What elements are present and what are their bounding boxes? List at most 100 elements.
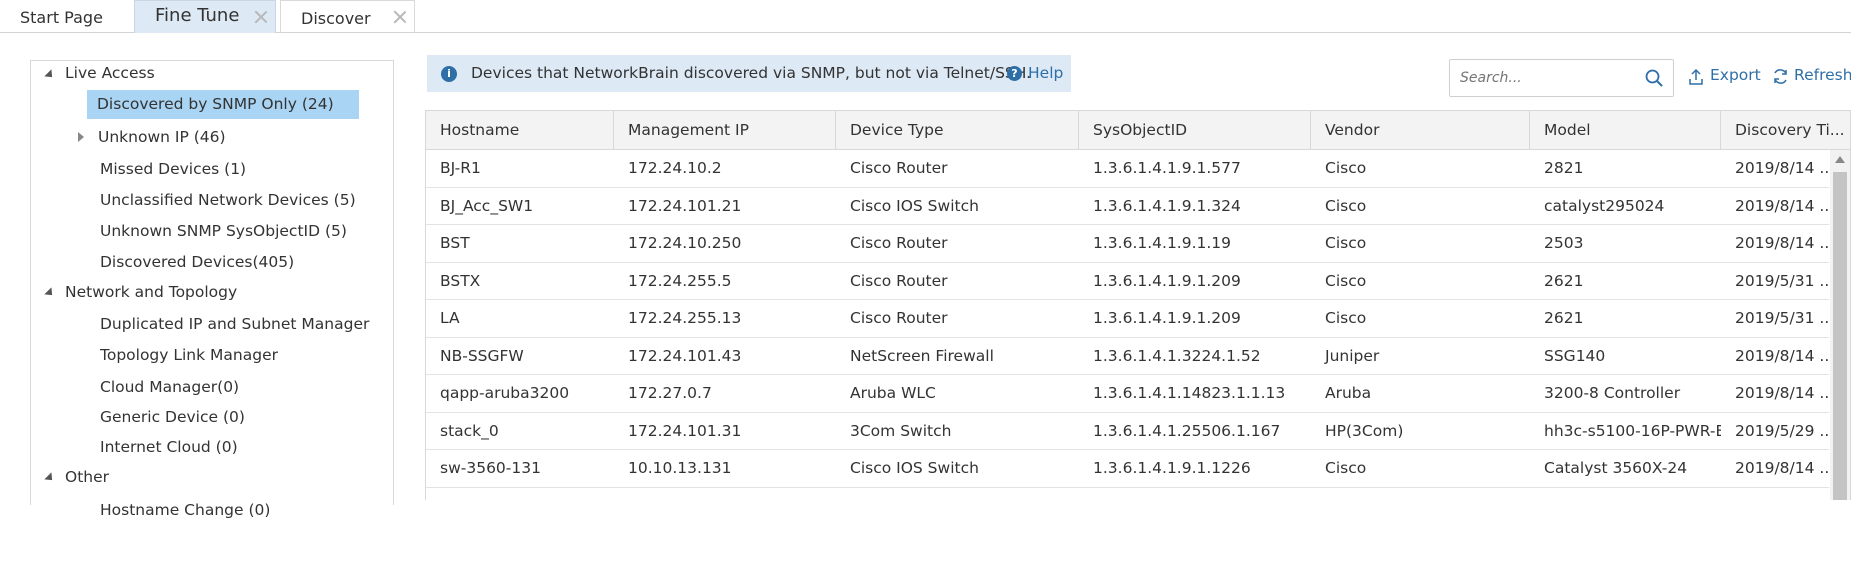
tree-item-generic-device[interactable]: Generic Device (0) <box>100 408 245 426</box>
cell-discovery-time: 2019/8/14 ... <box>1735 196 1829 215</box>
scroll-up-icon[interactable] <box>1835 156 1845 163</box>
table-row[interactable]: sw-3560-131 10.10.13.131 Cisco IOS Switc… <box>426 450 1829 488</box>
column-header-discovery-time[interactable]: Discovery Ti... <box>1721 111 1850 150</box>
tab-discover-label: Discover <box>301 9 371 28</box>
info-banner: i Devices that NetworkBrain discovered v… <box>427 55 1071 92</box>
banner-text: Devices that NetworkBrain discovered via… <box>471 64 1032 82</box>
cell-vendor: Juniper <box>1325 346 1380 365</box>
tree-section-other[interactable]: Other <box>65 468 109 486</box>
help-icon[interactable]: ? <box>1007 66 1022 81</box>
help-link[interactable]: Help <box>1028 55 1063 92</box>
collapse-arrow-icon[interactable] <box>44 287 56 299</box>
cell-model: catalyst295024 <box>1544 196 1665 215</box>
cell-sysobjectid: 1.3.6.1.4.1.14823.1.1.13 <box>1093 384 1286 402</box>
export-icon <box>1689 68 1703 85</box>
cell-hostname: qapp-aruba3200 <box>440 384 570 402</box>
cell-discovery-time: 2019/5/29 ... <box>1735 421 1829 440</box>
tree-section-live-access[interactable]: Live Access <box>65 64 155 82</box>
table-row[interactable]: BSTX 172.24.255.5 Cisco Router 1.3.6.1.4… <box>426 263 1829 300</box>
cell-model: Catalyst 3560X-24 <box>1544 459 1688 477</box>
vertical-scrollbar[interactable] <box>1830 150 1850 500</box>
cell-device-type: Cisco IOS Switch <box>850 459 979 477</box>
table-row[interactable]: NB-SSGFW 172.24.101.43 NetScreen Firewal… <box>426 338 1829 375</box>
tree-item-cloud-manager[interactable]: Cloud Manager(0) <box>100 378 239 396</box>
search-box <box>1449 59 1674 97</box>
column-header-sysobjectid[interactable]: SysObjectID <box>1079 111 1311 150</box>
tree-item-hostname-change[interactable]: Hostname Change (0) <box>100 501 270 519</box>
cell-management-ip: 172.24.10.250 <box>628 234 742 252</box>
cell-vendor: Aruba <box>1325 384 1372 402</box>
cell-vendor: Cisco <box>1325 234 1367 252</box>
column-header-management-ip[interactable]: Management IP <box>614 111 836 150</box>
cell-vendor: HP(3Com) <box>1325 421 1404 440</box>
tab-start-page[interactable]: Start Page <box>0 0 134 33</box>
cell-discovery-time: 2019/5/31 ... <box>1735 271 1829 290</box>
tree-section-network-topology[interactable]: Network and Topology <box>65 283 237 301</box>
table-row[interactable]: qapp-aruba3200 172.27.0.7 Aruba WLC 1.3.… <box>426 375 1829 413</box>
cell-discovery-time: 2019/8/14 ... <box>1735 346 1829 365</box>
refresh-icon <box>1774 69 1787 84</box>
cell-management-ip: 172.24.101.21 <box>628 196 742 215</box>
cell-device-type: Cisco Router <box>850 159 948 177</box>
cell-hostname: stack_0 <box>440 421 499 440</box>
cell-vendor: Cisco <box>1325 459 1367 477</box>
cell-sysobjectid: 1.3.6.1.4.1.9.1.1226 <box>1093 459 1251 477</box>
cell-discovery-time: 2019/8/14 ... <box>1735 159 1829 177</box>
info-icon: i <box>441 66 457 82</box>
tree-item-topology-link-manager[interactable]: Topology Link Manager <box>100 346 278 364</box>
column-header-device-type[interactable]: Device Type <box>836 111 1079 150</box>
cell-management-ip: 172.24.101.31 <box>628 421 742 440</box>
fine-tune-tree: Live Access Discovered by SNMP Only (24)… <box>30 60 394 519</box>
cell-hostname: BJ_Acc_SW1 <box>440 196 534 215</box>
cell-hostname: LA <box>440 309 460 327</box>
cell-sysobjectid: 1.3.6.1.4.1.9.1.209 <box>1093 271 1241 290</box>
column-header-hostname[interactable]: Hostname <box>426 111 614 150</box>
search-icon[interactable] <box>1645 69 1663 87</box>
close-icon[interactable] <box>392 9 408 25</box>
collapse-arrow-icon[interactable] <box>44 472 56 484</box>
tree-item-snmp-only[interactable]: Discovered by SNMP Only (24) <box>87 90 359 119</box>
cell-hostname: sw-3560-131 <box>440 459 541 477</box>
cell-device-type: Cisco Router <box>850 309 948 327</box>
cell-hostname: BSTX <box>440 271 481 290</box>
tree-item-duplicated-ip[interactable]: Duplicated IP and Subnet Manager <box>100 315 369 333</box>
tree-item-unknown-ip[interactable]: Unknown IP (46) <box>98 128 226 146</box>
tree-item-unclassified-devices[interactable]: Unclassified Network Devices (5) <box>100 191 356 209</box>
cell-vendor: Cisco <box>1325 309 1367 327</box>
scrollbar-thumb[interactable] <box>1833 172 1847 500</box>
cell-discovery-time: 2019/8/14 ... <box>1735 459 1829 477</box>
table-row[interactable]: stack_0 172.24.101.31 3Com Switch 1.3.6.… <box>426 413 1829 450</box>
cell-device-type: NetScreen Firewall <box>850 346 994 365</box>
tree-item-internet-cloud[interactable]: Internet Cloud (0) <box>100 438 238 456</box>
cell-sysobjectid: 1.3.6.1.4.1.25506.1.167 <box>1093 421 1281 440</box>
cell-discovery-time: 2019/8/14 ... <box>1735 234 1829 252</box>
cell-vendor: Cisco <box>1325 159 1367 177</box>
cell-hostname: BST <box>440 234 470 252</box>
column-header-vendor[interactable]: Vendor <box>1311 111 1530 150</box>
cell-device-type: Aruba WLC <box>850 384 936 402</box>
tree-item-unknown-sysobjectid[interactable]: Unknown SNMP SysObjectID (5) <box>100 222 347 240</box>
table-row[interactable]: BST 172.24.10.250 Cisco Router 1.3.6.1.4… <box>426 225 1829 263</box>
cell-discovery-time: 2019/8/14 ... <box>1735 384 1829 402</box>
tab-discover[interactable]: Discover <box>280 0 415 33</box>
expand-arrow-icon[interactable] <box>78 132 84 142</box>
table-row[interactable]: LA 172.24.255.13 Cisco Router 1.3.6.1.4.… <box>426 300 1829 338</box>
search-input[interactable] <box>1450 60 1630 96</box>
cell-sysobjectid: 1.3.6.1.4.1.9.1.209 <box>1093 309 1241 327</box>
close-icon[interactable] <box>253 9 269 25</box>
devices-table: Hostname Management IP Device Type SysOb… <box>425 110 1851 500</box>
cell-model: SSG140 <box>1544 346 1606 365</box>
table-row[interactable]: BJ_Acc_SW1 172.24.101.21 Cisco IOS Switc… <box>426 188 1829 225</box>
cell-management-ip: 172.24.255.13 <box>628 309 742 327</box>
collapse-arrow-icon[interactable] <box>44 69 56 81</box>
tree-item-missed-devices[interactable]: Missed Devices (1) <box>100 160 246 178</box>
cell-device-type: Cisco Router <box>850 271 948 290</box>
table-row[interactable]: BJ-R1 172.24.10.2 Cisco Router 1.3.6.1.4… <box>426 150 1829 188</box>
column-header-model[interactable]: Model <box>1530 111 1721 150</box>
cell-model: hh3c-s5100-16P-PWR-EI <box>1544 421 1721 440</box>
tab-fine-tune[interactable]: Fine Tune <box>134 0 276 33</box>
cell-vendor: Cisco <box>1325 271 1367 290</box>
cell-management-ip: 172.27.0.7 <box>628 384 712 402</box>
tree-item-discovered-devices[interactable]: Discovered Devices(405) <box>100 253 294 271</box>
cell-sysobjectid: 1.3.6.1.4.1.3224.1.52 <box>1093 346 1261 365</box>
